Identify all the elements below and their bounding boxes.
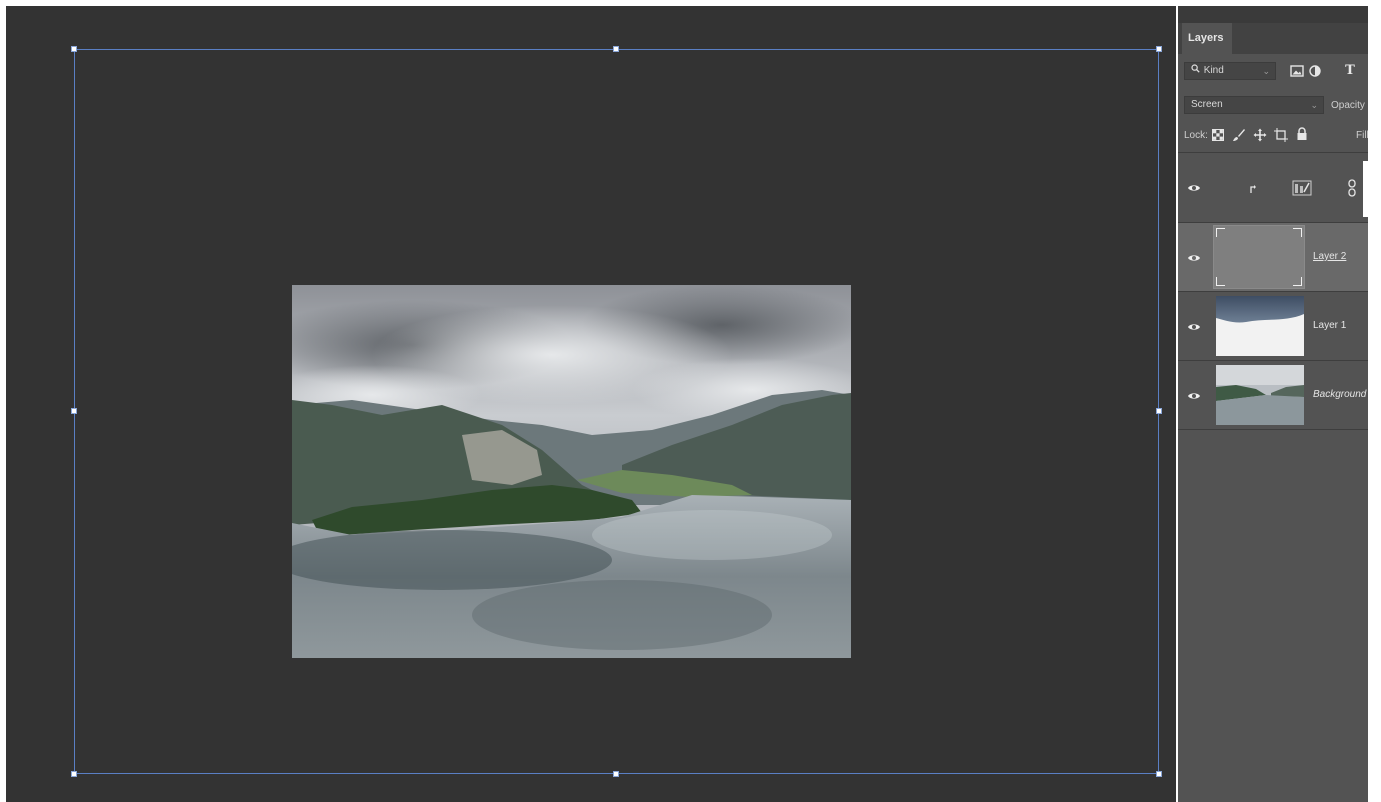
transform-handle-bottom-right[interactable] (1156, 771, 1162, 777)
adjustment-filter-icon[interactable] (1309, 65, 1321, 77)
opacity-label: Opacity (1331, 100, 1365, 111)
visibility-eye-icon[interactable] (1187, 181, 1201, 195)
panel-header-strip (1178, 6, 1368, 23)
lock-label: Lock: (1184, 130, 1208, 141)
photoshop-window: Layers Kind ⌄ T Screen ⌄ Opacity Lock: F… (0, 0, 1381, 802)
search-icon (1191, 63, 1201, 79)
transform-handle-top-left[interactable] (71, 46, 77, 52)
layer-row-layer-1[interactable]: Layer 1 (1178, 292, 1368, 361)
transform-handle-middle-left[interactable] (71, 408, 77, 414)
thumbnail-selection-corner (1293, 277, 1302, 286)
layer-row-adjustment[interactable] (1178, 153, 1368, 223)
lock-transparent-icon[interactable] (1212, 129, 1224, 141)
lock-all-icon[interactable] (1296, 127, 1308, 141)
layer-name[interactable]: Layer 2 (1313, 251, 1346, 262)
transform-handle-bottom-left[interactable] (71, 771, 77, 777)
layer-filter-row: Kind ⌄ T (1178, 54, 1368, 86)
lake-landscape-image (292, 285, 851, 658)
thumbnail-selection-corner (1216, 277, 1225, 286)
tab-layers[interactable]: Layers (1182, 23, 1232, 54)
visibility-eye-icon[interactable] (1187, 251, 1201, 265)
thumbnail-selection-corner (1293, 228, 1302, 237)
layer-thumbnail[interactable] (1216, 296, 1304, 356)
canvas-photo (292, 285, 851, 658)
filter-kind-select[interactable]: Kind ⌄ (1184, 62, 1276, 80)
transform-handle-top-center[interactable] (613, 46, 619, 52)
layer-name[interactable]: Background (1313, 389, 1366, 400)
layer-thumbnail[interactable] (1213, 225, 1305, 289)
transform-handle-bottom-center[interactable] (613, 771, 619, 777)
image-filter-icon[interactable] (1290, 65, 1304, 77)
type-filter-icon[interactable]: T (1342, 64, 1358, 78)
lock-artboard-icon[interactable] (1274, 128, 1288, 142)
visibility-eye-icon[interactable] (1187, 389, 1201, 403)
layer-name[interactable]: Layer 1 (1313, 320, 1346, 331)
blend-mode-value: Screen (1191, 99, 1223, 110)
layer-row-background[interactable]: Background (1178, 361, 1368, 430)
adjustment-layer-icon (1292, 180, 1312, 196)
lock-paint-icon[interactable] (1232, 128, 1246, 142)
layer-row-layer-2[interactable]: Layer 2 (1178, 223, 1368, 292)
lock-move-icon[interactable] (1253, 128, 1267, 142)
window-edge (1368, 6, 1381, 802)
panel-tab-bar: Layers (1178, 6, 1368, 54)
clipping-arrow-icon (1248, 182, 1258, 194)
lock-row: Lock: Fill (1178, 122, 1368, 150)
blend-mode-row: Screen ⌄ Opacity (1178, 92, 1368, 118)
blend-mode-select[interactable]: Screen ⌄ (1184, 96, 1324, 114)
layer-thumbnail[interactable] (1216, 365, 1304, 425)
thumbnail-selection-corner (1216, 228, 1225, 237)
chain-link-icon (1348, 179, 1356, 197)
visibility-eye-icon[interactable] (1187, 320, 1201, 334)
layers-panel: Layers Kind ⌄ T Screen ⌄ Opacity Lock: F… (1178, 6, 1368, 802)
chevron-down-icon: ⌄ (1310, 100, 1318, 110)
chevron-down-icon: ⌄ (1262, 66, 1270, 76)
filter-kind-value: Kind (1203, 65, 1224, 76)
transform-handle-top-right[interactable] (1156, 46, 1162, 52)
fill-label: Fill (1356, 130, 1368, 141)
transform-handle-middle-right[interactable] (1156, 408, 1162, 414)
